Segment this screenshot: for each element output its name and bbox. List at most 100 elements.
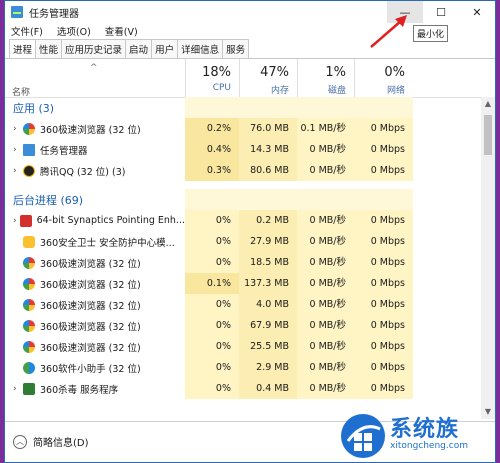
- expand-chevron-icon[interactable]: ›: [13, 124, 23, 134]
- scroll-up-icon[interactable]: ▲: [481, 97, 495, 111]
- process-name: 360极速浏览器 (32 位): [40, 300, 141, 312]
- process-disk: 0 MB/秒: [297, 139, 354, 160]
- menu-options[interactable]: 选项(O): [57, 24, 91, 38]
- 360-helper-icon: [23, 361, 35, 374]
- maximize-button[interactable]: ☐: [423, 1, 459, 23]
- process-name-cell: › 64-bit Synaptics Pointing Enh...: [5, 214, 185, 227]
- process-row[interactable]: 360极速浏览器 (32 位) 0% 67.9 MB 0 MB/秒 0 Mbps: [5, 315, 481, 336]
- process-cpu: 0.4%: [185, 139, 239, 160]
- process-row[interactable]: › 360杀毒 服务程序 0% 0.4 MB 0 MB/秒 0 Mbps: [5, 378, 481, 399]
- memory-label: 内存: [270, 86, 289, 96]
- column-network[interactable]: 0% 网络: [354, 59, 413, 97]
- tab-services[interactable]: 服务: [222, 39, 250, 58]
- tab-processes[interactable]: 进程: [9, 39, 37, 58]
- tab-details[interactable]: 详细信息: [177, 39, 224, 58]
- less-details-button[interactable]: ︿ 简略信息(D): [13, 434, 89, 449]
- process-cpu: 0%: [185, 378, 239, 399]
- process-row[interactable]: › 360极速浏览器 (32 位) 0.2% 76.0 MB 0.1 MB/秒 0 Mbp…: [5, 118, 481, 139]
- group-disk-cell: [297, 97, 354, 118]
- process-cpu: 0%: [185, 231, 239, 252]
- column-memory[interactable]: 47% 内存: [239, 59, 297, 97]
- process-cpu: 0%: [185, 336, 239, 357]
- 360-shield-icon: [23, 235, 35, 248]
- menu-view[interactable]: 查看(V): [105, 24, 138, 38]
- process-name-cell: 360极速浏览器 (32 位): [5, 319, 185, 333]
- column-cpu[interactable]: 18% CPU: [185, 59, 239, 97]
- process-disk: 0 MB/秒: [297, 294, 354, 315]
- process-net: 0 Mbps: [354, 210, 413, 231]
- chrome-360-icon: [23, 340, 35, 353]
- group-net-cell: [354, 189, 413, 210]
- watermark-url: xitongcheng.com: [390, 441, 468, 451]
- group-header[interactable]: 后台进程 (69): [5, 189, 481, 210]
- expand-chevron-icon[interactable]: ›: [13, 216, 20, 226]
- vertical-scrollbar[interactable]: ▲ ▼: [481, 97, 495, 419]
- process-name-cell: › 腾讯QQ (32 位) (3): [5, 164, 185, 178]
- process-mem: 137.3 MB: [239, 273, 297, 294]
- process-row[interactable]: 360软件小助手 (32 位) 0% 2.9 MB 0 MB/秒 0 Mbps: [5, 357, 481, 378]
- process-name: 360极速浏览器 (32 位): [40, 321, 141, 333]
- process-net: 0 Mbps: [354, 118, 413, 139]
- process-name-cell: 360极速浏览器 (32 位): [5, 277, 185, 291]
- process-name: 360极速浏览器 (32 位): [40, 342, 141, 354]
- menu-file[interactable]: 文件(F): [11, 24, 43, 38]
- scroll-thumb[interactable]: [484, 115, 492, 155]
- process-row[interactable]: 360极速浏览器 (32 位) 0% 4.0 MB 0 MB/秒 0 Mbps: [5, 294, 481, 315]
- chrome-360-icon: [23, 277, 35, 290]
- process-disk: 0 MB/秒: [297, 378, 354, 399]
- process-row[interactable]: 360安全卫士 安全防护中心模... 0% 27.9 MB 0 MB/秒 0 Mbps: [5, 231, 481, 252]
- process-name: 任务管理器: [40, 145, 88, 157]
- network-percent: 0%: [384, 65, 405, 80]
- task-manager-window: 任务管理器 — ☐ ✕ 最小化 文件(F) 选项(O) 查看(V) 进程 性能 …: [4, 0, 496, 463]
- process-name-cell: 360安全卫士 安全防护中心模...: [5, 235, 185, 249]
- disk-label: 磁盘: [327, 86, 346, 96]
- process-cpu: 0%: [185, 294, 239, 315]
- group-header[interactable]: 应用 (3): [5, 97, 481, 118]
- expand-chevron-icon[interactable]: ›: [13, 145, 23, 155]
- process-row[interactable]: › 64-bit Synaptics Pointing Enh... 0% 0.2 M…: [5, 210, 481, 231]
- process-net: 0 Mbps: [354, 273, 413, 294]
- process-row[interactable]: 360极速浏览器 (32 位) 0% 25.5 MB 0 MB/秒 0 Mbps: [5, 336, 481, 357]
- process-mem: 14.3 MB: [239, 139, 297, 160]
- process-row[interactable]: › 腾讯QQ (32 位) (3) 0.3% 80.6 MB 0 MB/秒 0 Mbps: [5, 160, 481, 181]
- process-cpu: 0%: [185, 315, 239, 336]
- tab-app-history[interactable]: 应用历史记录: [61, 39, 127, 58]
- process-disk: 0.1 MB/秒: [297, 118, 354, 139]
- process-name-cell: 360极速浏览器 (32 位): [5, 340, 185, 354]
- process-row[interactable]: 360极速浏览器 (32 位) 0.1% 137.3 MB 0 MB/秒 0 Mbps: [5, 273, 481, 294]
- process-name-cell: 360极速浏览器 (32 位): [5, 256, 185, 270]
- tab-performance[interactable]: 性能: [35, 39, 63, 58]
- network-label: 网络: [386, 86, 405, 96]
- process-name: 360软件小助手 (32 位): [40, 363, 141, 375]
- process-mem: 67.9 MB: [239, 315, 297, 336]
- process-row[interactable]: 360极速浏览器 (32 位) 0% 18.5 MB 0 MB/秒 0 Mbps: [5, 252, 481, 273]
- process-name: 360极速浏览器 (32 位): [40, 124, 141, 136]
- process-name-cell: 360极速浏览器 (32 位): [5, 298, 185, 312]
- process-cpu: 0.3%: [185, 160, 239, 181]
- close-button[interactable]: ✕: [459, 1, 495, 23]
- process-disk: 0 MB/秒: [297, 273, 354, 294]
- process-name: 64-bit Synaptics Pointing Enh...: [36, 215, 185, 226]
- group-net-cell: [354, 97, 413, 118]
- task-manager-icon: [11, 6, 23, 18]
- tab-startup[interactable]: 启动: [125, 39, 153, 58]
- expand-chevron-icon[interactable]: ›: [13, 384, 23, 394]
- process-cpu: 0%: [185, 357, 239, 378]
- task-manager-icon: [23, 143, 35, 156]
- expand-chevron-icon[interactable]: ›: [13, 166, 23, 176]
- process-cpu: 0.2%: [185, 118, 239, 139]
- tab-users[interactable]: 用户: [151, 39, 179, 58]
- column-disk[interactable]: 1% 磁盘: [297, 59, 354, 97]
- process-name: 腾讯QQ (32 位) (3): [40, 166, 126, 178]
- chrome-360-icon: [23, 256, 35, 269]
- qq-icon: [23, 164, 35, 177]
- process-disk: 0 MB/秒: [297, 315, 354, 336]
- process-disk: 0 MB/秒: [297, 160, 354, 181]
- process-row[interactable]: › 任务管理器 0.4% 14.3 MB 0 MB/秒 0 Mbps: [5, 139, 481, 160]
- column-header: ^ 名称 18% CPU 47% 内存 1% 磁盘 0% 网络: [5, 59, 495, 98]
- chrome-360-icon: [23, 122, 35, 135]
- red-arrow-icon: [370, 15, 407, 48]
- process-net: 0 Mbps: [354, 231, 413, 252]
- process-cpu: 0.1%: [185, 273, 239, 294]
